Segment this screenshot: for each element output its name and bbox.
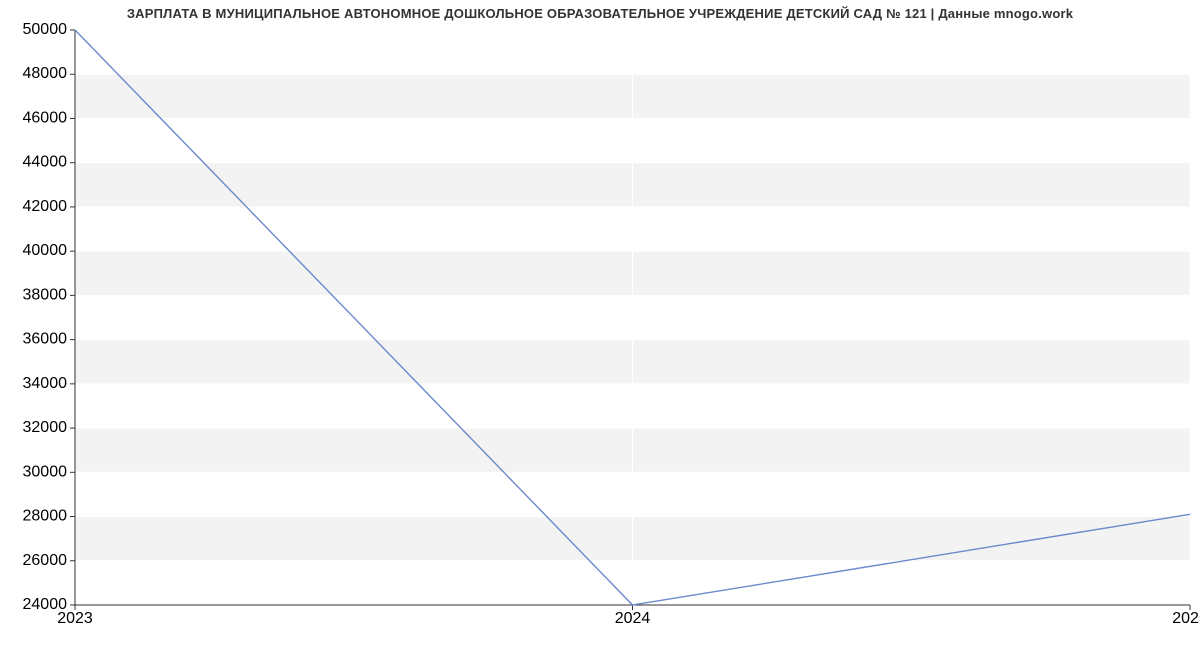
chart-title: ЗАРПЛАТА В МУНИЦИПАЛЬНОЕ АВТОНОМНОЕ ДОШК… [0,6,1200,21]
y-tick-label: 34000 [23,375,68,392]
y-tick-label: 28000 [23,508,68,525]
y-tick-label: 30000 [23,463,68,480]
chart-container: ЗАРПЛАТА В МУНИЦИПАЛЬНОЕ АВТОНОМНОЕ ДОШК… [0,0,1200,650]
y-tick-label: 44000 [23,154,68,171]
y-tick-label: 26000 [23,552,68,569]
y-tick-label: 38000 [23,286,68,303]
y-tick-label: 32000 [23,419,68,436]
y-tick-label: 42000 [23,198,68,215]
y-tick-label: 36000 [23,331,68,348]
x-tick-label: 2024 [615,610,651,627]
y-tick-label: 48000 [23,65,68,82]
chart-svg: 2400026000280003000032000340003600038000… [0,0,1200,650]
y-tick-label: 46000 [23,109,68,126]
x-tick-label: 2025 [1172,610,1200,627]
y-tick-label: 50000 [23,21,68,38]
y-tick-label: 40000 [23,242,68,259]
x-tick-label: 2023 [57,610,93,627]
